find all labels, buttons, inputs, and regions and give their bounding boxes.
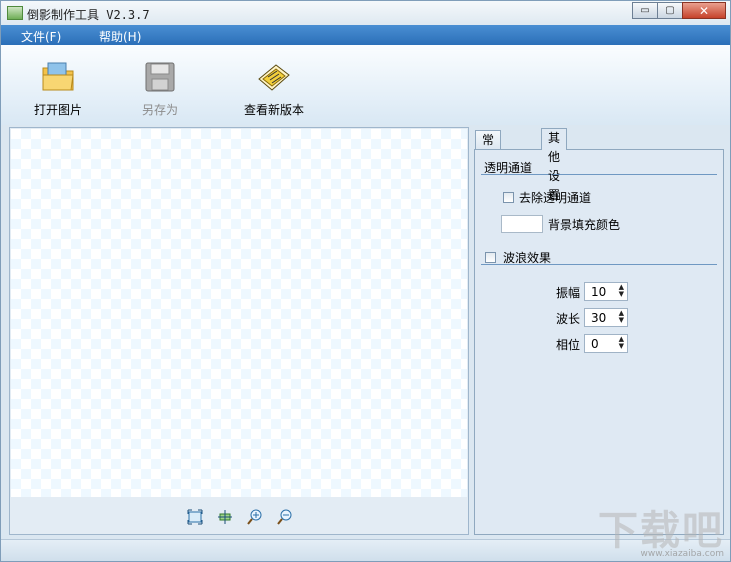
alpha-section-divider — [481, 174, 717, 175]
check-update-label: 查看新版本 — [243, 103, 304, 117]
close-icon: ✕ — [698, 3, 710, 18]
open-image-label: 打开图片 — [33, 103, 82, 117]
wavelength-label: 波长 — [556, 312, 581, 326]
fit-window-icon[interactable] — [186, 508, 204, 526]
bg-fill-label: 背景填充颜色 — [548, 218, 621, 232]
settings-panel: 透明通道 去除透明通道 背景填充颜色 波浪效果 振幅 10 ▲▼ 波长 30 ▲… — [474, 149, 724, 535]
title-bar[interactable]: 倒影制作工具 V2.3.7 ▭ ▢ ✕ — [1, 1, 730, 25]
phase-label: 相位 — [556, 338, 581, 352]
zoom-out-icon[interactable] — [276, 508, 294, 526]
remove-alpha-checkbox[interactable] — [503, 192, 514, 203]
watermark: 下载吧 www.xiazaiba.com — [598, 509, 724, 559]
canvas-toolbar — [186, 508, 306, 526]
window-controls: ▭ ▢ ✕ — [632, 2, 726, 19]
window-title: 倒影制作工具 V2.3.7 — [27, 8, 150, 22]
wavelength-stepper[interactable]: 30 ▲ ▼ — [584, 308, 628, 327]
save-as-button[interactable]: 另存为 — [120, 53, 200, 118]
amplitude-value: 10 — [591, 285, 607, 299]
open-image-button[interactable]: 打开图片 — [18, 53, 98, 118]
preview-canvas[interactable] — [9, 127, 469, 535]
open-folder-icon — [40, 59, 76, 95]
zoom-in-icon[interactable] — [246, 508, 264, 526]
transparent-checkerboard — [11, 129, 467, 497]
new-version-icon — [256, 59, 292, 95]
wavelength-value: 30 — [591, 311, 607, 325]
wave-section-divider — [481, 264, 717, 265]
phase-stepper[interactable]: 0 ▲ ▼ — [584, 334, 628, 353]
tab-general-settings[interactable]: 常规设置 — [475, 130, 502, 204]
spin-arrows-icon[interactable]: ▲ ▼ — [619, 284, 624, 298]
toolbar: 打开图片 另存为 查看新版本 — [1, 45, 730, 125]
menu-help[interactable]: 帮助(H) — [99, 28, 141, 45]
save-as-label: 另存为 — [141, 103, 178, 117]
maximize-icon: ▢ — [665, 5, 675, 16]
minimize-icon: ▭ — [640, 5, 650, 16]
maximize-button[interactable]: ▢ — [657, 2, 683, 19]
bg-fill-color-swatch[interactable] — [501, 215, 543, 233]
spin-arrows-icon[interactable]: ▲ ▼ — [619, 336, 624, 350]
floppy-disk-icon — [142, 59, 178, 95]
wave-effect-checkbox[interactable] — [485, 252, 496, 263]
tab-other-label: 其他设置 — [548, 131, 561, 202]
phase-value: 0 — [591, 337, 599, 351]
actual-size-icon[interactable] — [216, 508, 234, 526]
amplitude-stepper[interactable]: 10 ▲ ▼ — [584, 282, 628, 301]
app-window: 倒影制作工具 V2.3.7 ▭ ▢ ✕ 文件(F) 帮助(H) 打开图片 另存为… — [0, 0, 731, 562]
tab-other-settings[interactable]: 其他设置 — [541, 128, 568, 202]
check-update-button[interactable]: 查看新版本 — [233, 53, 315, 118]
spin-arrows-icon[interactable]: ▲ ▼ — [619, 310, 624, 324]
close-button[interactable]: ✕ — [682, 2, 726, 19]
amplitude-label: 振幅 — [556, 286, 581, 300]
menu-bar: 文件(F) 帮助(H) — [1, 25, 730, 45]
watermark-logo: 下载吧 — [598, 508, 724, 554]
menu-file[interactable]: 文件(F) — [21, 28, 61, 45]
minimize-button[interactable]: ▭ — [632, 2, 658, 19]
app-icon — [7, 6, 23, 20]
